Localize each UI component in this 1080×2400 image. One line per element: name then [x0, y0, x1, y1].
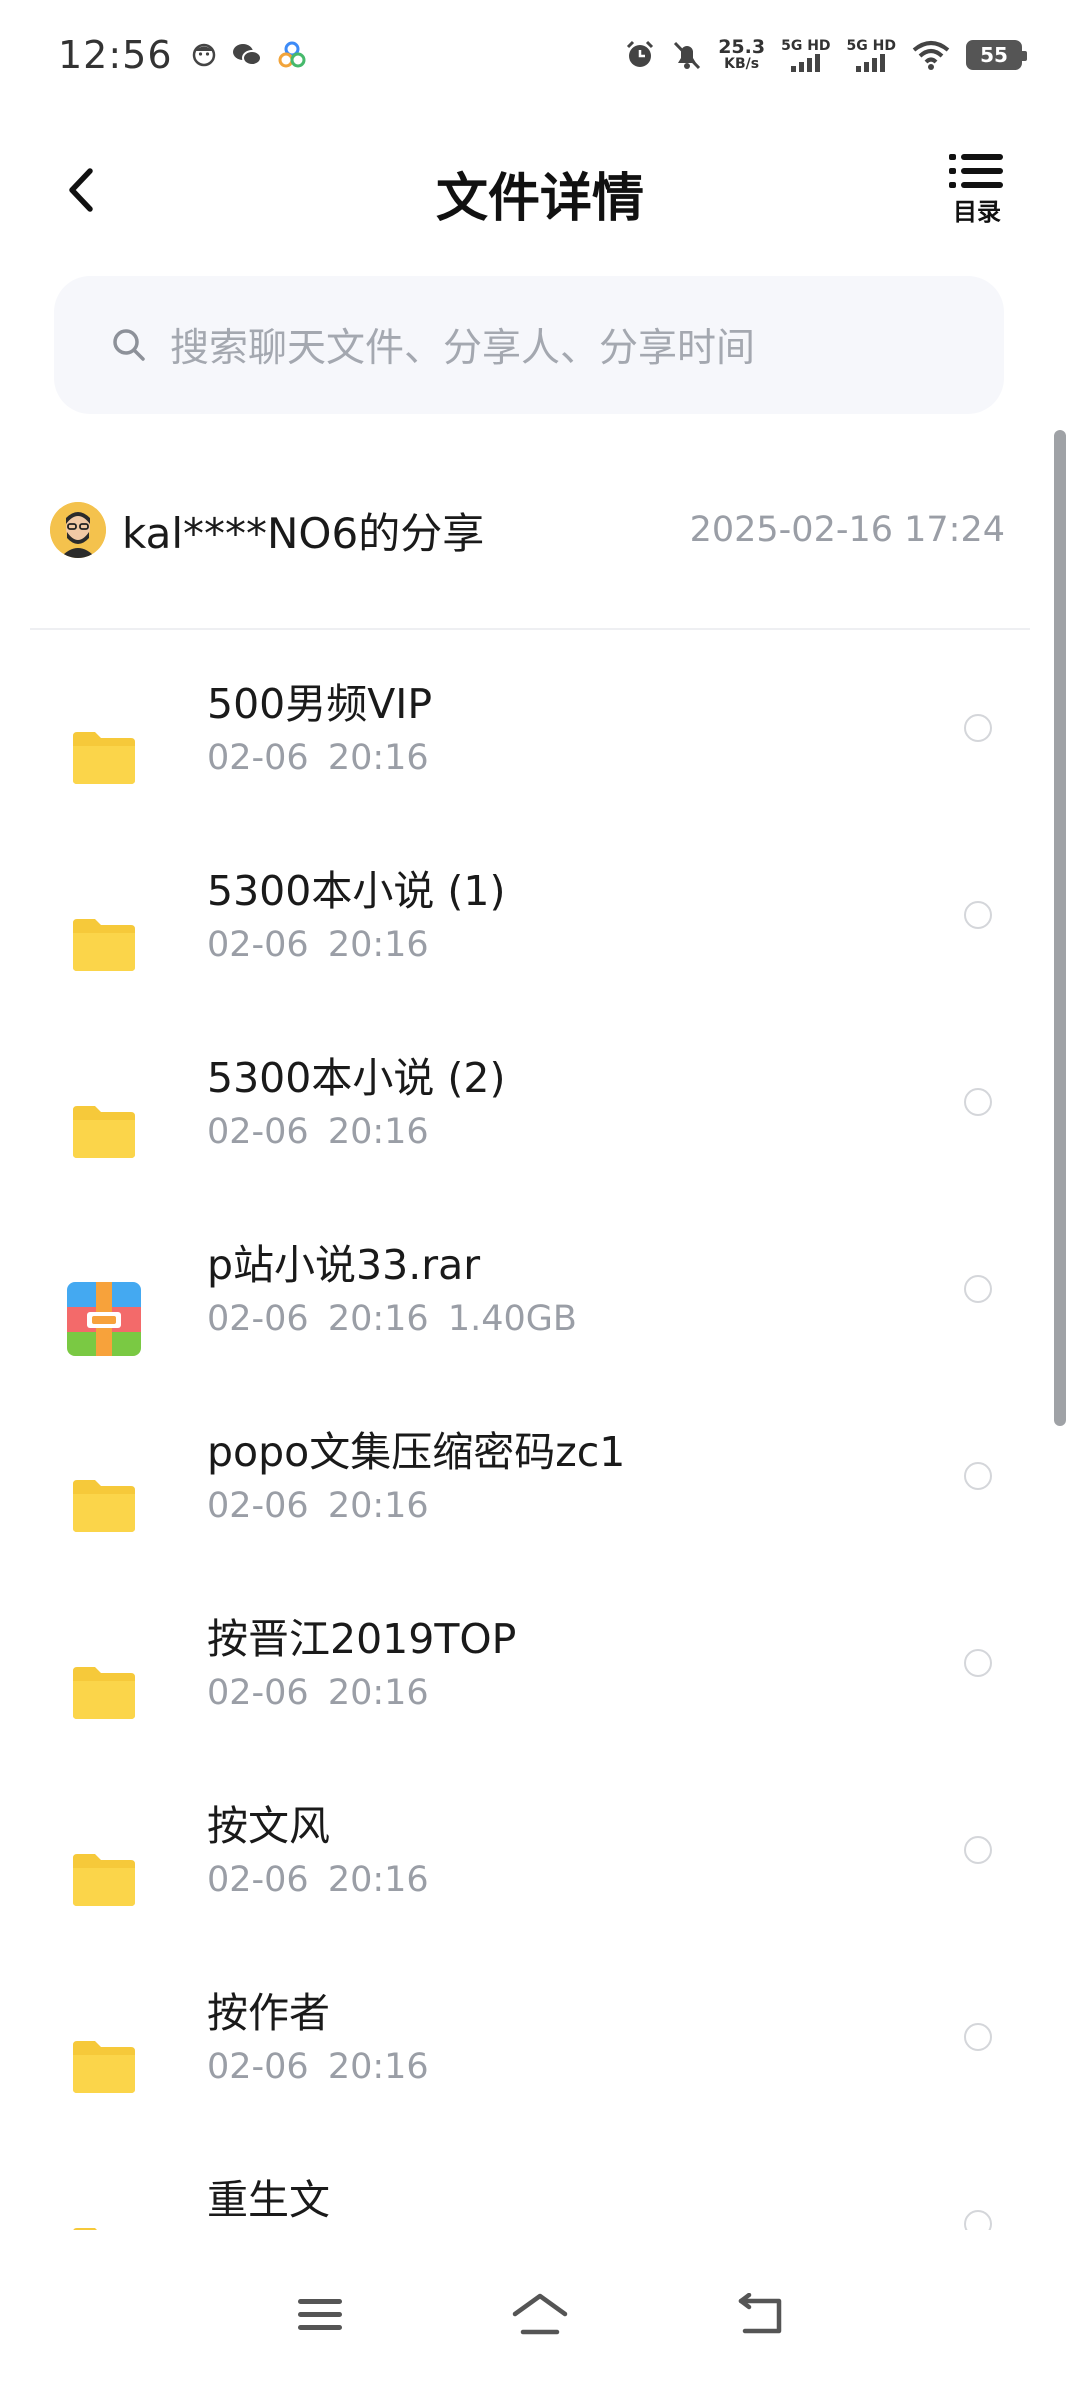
- search-placeholder: 搜索聊天文件、分享人、分享时间: [170, 326, 756, 371]
- file-meta: 02-06 20:16: [207, 738, 429, 778]
- folder-icon: [66, 2216, 142, 2230]
- network-speed: 25.3 KB/s: [718, 38, 765, 72]
- file-row-5300-novels-2[interactable]: 5300本小说 (2) 02-06 20:16: [0, 1034, 1080, 1221]
- sim1-label: 5G HD: [781, 37, 831, 54]
- folder-icon: [66, 907, 142, 983]
- search-input[interactable]: 搜索聊天文件、分享人、分享时间: [54, 276, 1004, 414]
- file-meta: 02-06 20:16: [207, 1112, 429, 1152]
- header: 文件详情 目录: [0, 130, 1080, 250]
- avatar-portrait-icon: [50, 502, 106, 558]
- signal-bars-icon: [790, 53, 820, 72]
- file-row-popo[interactable]: popo文集压缩密码zc1 02-06 20:16: [0, 1408, 1080, 1595]
- home-icon: [512, 2293, 568, 2335]
- file-row-500-vip[interactable]: 500男频VIP 02-06 20:16: [0, 660, 1080, 847]
- file-name: popo文集压缩密码zc1: [207, 1428, 626, 1476]
- file-row-rebirth[interactable]: 重生文: [0, 2156, 1080, 2230]
- file-name: 按作者: [207, 1989, 330, 2037]
- file-row-jinjiang-top[interactable]: 按晋江2019TOP 02-06 20:16: [0, 1595, 1080, 1782]
- select-radio[interactable]: [964, 714, 992, 742]
- file-row-by-author[interactable]: 按作者 02-06 20:16: [0, 1969, 1080, 2156]
- system-icons: 25.3 KB/s 5G HD 5G HD 55: [624, 37, 1027, 72]
- notification-icons: [191, 40, 307, 70]
- archive-icon: [66, 1281, 142, 1357]
- select-radio[interactable]: [964, 901, 992, 929]
- cloud-app-icon: [278, 41, 306, 68]
- file-meta: 02-06 20:16: [207, 1673, 429, 1713]
- home-button[interactable]: [495, 2270, 585, 2360]
- file-name: 按文风: [207, 1802, 330, 1850]
- network-speed-unit: KB/s: [724, 56, 760, 72]
- page-title: 文件详情: [435, 169, 644, 229]
- search-icon: [113, 329, 145, 361]
- sim2-label: 5G HD: [846, 37, 896, 54]
- sim1-signal: 5G HD: [781, 37, 831, 72]
- file-name: p站小说33.rar: [207, 1241, 481, 1289]
- wifi-icon: [912, 41, 950, 70]
- select-radio[interactable]: [964, 2023, 992, 2051]
- battery-icon: 55: [966, 40, 1027, 70]
- select-radio[interactable]: [964, 1088, 992, 1116]
- file-name: 按晋江2019TOP: [207, 1615, 517, 1663]
- alarm-icon: [627, 40, 654, 67]
- toc-label: 目录: [953, 198, 1001, 226]
- share-time: 2025-02-16 17:24: [689, 510, 1005, 550]
- divider: [30, 628, 1030, 630]
- share-header: kal****NO6的分享 2025-02-16 17:24: [50, 495, 1005, 565]
- file-list: 500男频VIP 02-06 20:16 5300本小说 (1) 02-06 2…: [0, 660, 1080, 2230]
- toc-button[interactable]: 目录: [942, 152, 1012, 232]
- file-row-p-novels-rar[interactable]: p站小说33.rar 02-06 20:16 1.40GB: [0, 1221, 1080, 1408]
- signal-bars-icon: [856, 53, 886, 72]
- file-meta: 02-06 20:16: [207, 2047, 429, 2087]
- file-meta: 02-06 20:16: [207, 1486, 429, 1526]
- return-icon: [738, 2293, 782, 2334]
- app-face-icon: [192, 43, 215, 67]
- sharer-name[interactable]: kal****NO6的分享: [122, 500, 484, 561]
- folder-icon: [66, 1468, 142, 1544]
- system-nav-bar: [0, 2230, 1080, 2400]
- battery-level: 55: [980, 43, 1008, 67]
- avatar[interactable]: [50, 502, 106, 558]
- file-name: 重生文: [207, 2176, 330, 2224]
- folder-icon: [66, 1655, 142, 1731]
- select-radio[interactable]: [964, 1836, 992, 1864]
- list-icon: [949, 154, 1003, 188]
- sim2-signal: 5G HD: [846, 37, 896, 72]
- select-radio[interactable]: [964, 1275, 992, 1303]
- mute-bell-icon: [674, 41, 701, 70]
- folder-icon: [66, 1094, 142, 1170]
- menu-icon: [298, 2299, 342, 2330]
- select-radio[interactable]: [964, 1649, 992, 1677]
- select-radio[interactable]: [964, 1462, 992, 1490]
- menu-button[interactable]: [275, 2270, 365, 2360]
- status-bar: 12:56 25.3 KB/s 5G HD 5G HD 55: [0, 0, 1080, 110]
- file-row-by-style[interactable]: 按文风 02-06 20:16: [0, 1782, 1080, 1969]
- file-meta: 02-06 20:16: [207, 1860, 429, 1900]
- folder-icon: [66, 1842, 142, 1918]
- network-speed-value: 25.3: [718, 36, 766, 58]
- file-name: 500男频VIP: [207, 680, 433, 728]
- file-row-5300-novels-1[interactable]: 5300本小说 (1) 02-06 20:16: [0, 847, 1080, 1034]
- wechat-icon: [232, 44, 262, 66]
- file-name: 5300本小说 (2): [207, 1054, 506, 1102]
- back-nav-button[interactable]: [715, 2270, 805, 2360]
- file-name: 5300本小说 (1): [207, 867, 506, 915]
- file-meta: 02-06 20:16: [207, 925, 429, 965]
- status-time: 12:56: [58, 33, 173, 77]
- file-meta: 02-06 20:16 1.40GB: [207, 1299, 577, 1339]
- folder-icon: [66, 2029, 142, 2105]
- select-radio[interactable]: [964, 2210, 992, 2230]
- folder-icon: [66, 720, 142, 796]
